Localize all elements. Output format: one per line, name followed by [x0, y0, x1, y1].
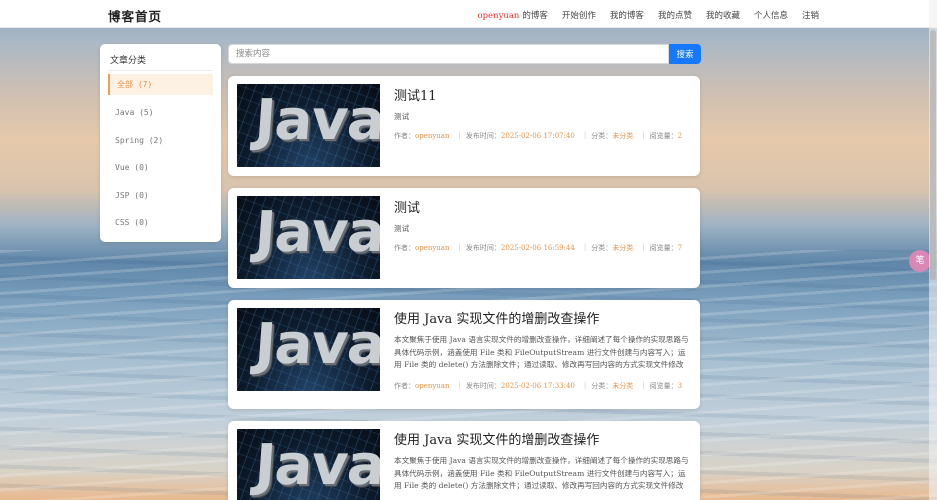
meta-category: 未分类: [612, 132, 634, 140]
nav-my-likes[interactable]: 我的点赞: [658, 9, 692, 21]
java-logo-text: Java: [252, 200, 380, 265]
post-thumbnail[interactable]: Java: [237, 429, 380, 500]
meta-views-label: 阅览量：: [649, 132, 678, 140]
post-thumbnail[interactable]: Java: [237, 196, 380, 279]
meta-category-label: 分类：: [591, 244, 613, 252]
meta-views-label: 阅览量：: [649, 382, 678, 390]
post-summary: 本文聚焦于使用 Java 语言实现文件的增删改查操作，详细阐述了每个操作的实现思…: [394, 335, 689, 369]
search-button[interactable]: 搜索: [669, 44, 701, 64]
nav-links: openyuan 的博客 开始创作 我的博客 我的点赞 我的收藏 个人信息 注销: [478, 9, 820, 21]
category-item-vue[interactable]: Vue (0): [108, 157, 213, 178]
meta-category: 未分类: [612, 382, 634, 390]
meta-time-label: 发布时间：: [465, 132, 501, 140]
top-navbar: 博客首页 openyuan 的博客 开始创作 我的博客 我的点赞 我的收藏 个人信…: [0, 0, 937, 28]
nav-create[interactable]: 开始创作: [562, 9, 596, 21]
meta-time: 2025-02-06 16:59:44: [500, 244, 575, 252]
meta-time: 2025-02-06 17:07:40: [500, 132, 575, 140]
nav-logout[interactable]: 注销: [802, 9, 819, 21]
nav-my-favorites[interactable]: 我的收藏: [706, 9, 740, 21]
post-meta: 作者：openyuan | 发布时间：2025-02-06 17:07:40 |…: [394, 131, 683, 140]
post-title[interactable]: 测试: [394, 197, 420, 216]
category-sidebar: 文章分类 全部 (7) Java (5) Spring (2) Vue (0) …: [100, 44, 221, 242]
post-meta: 作者：openyuan | 发布时间：2025-02-06 17:33:40 |…: [394, 381, 683, 390]
nav-username: openyuan: [477, 11, 520, 21]
meta-author[interactable]: openyuan: [415, 132, 450, 140]
java-logo-text: Java: [252, 88, 380, 153]
write-float-button[interactable]: 笔: [909, 250, 931, 272]
java-logo-text: Java: [252, 312, 380, 377]
meta-views: 3: [677, 382, 683, 390]
meta-views: 2: [677, 132, 683, 140]
sidebar-divider: [108, 70, 213, 71]
category-item-jsp[interactable]: JSP (0): [108, 185, 213, 206]
search-input[interactable]: [228, 44, 669, 64]
post-card[interactable]: Java 使用 Java 实现文件的增删改查操作 本文聚焦于使用 Java 语言…: [228, 421, 700, 500]
scrollbar-thumb[interactable]: [930, 30, 936, 280]
meta-author[interactable]: openyuan: [415, 382, 450, 390]
post-summary: 测试: [394, 112, 410, 121]
sidebar-title: 文章分类: [110, 56, 147, 66]
nav-my-blogs[interactable]: 我的博客: [610, 9, 644, 21]
java-logo-text: Java: [252, 433, 380, 498]
meta-author[interactable]: openyuan: [415, 244, 450, 252]
meta-author-label: 作者：: [394, 382, 415, 390]
meta-author-label: 作者：: [394, 132, 415, 140]
post-card[interactable]: Java 使用 Java 实现文件的增删改查操作 本文聚焦于使用 Java 语言…: [228, 300, 700, 409]
meta-category: 未分类: [612, 244, 634, 252]
post-summary: 本文聚焦于使用 Java 语言实现文件的增删改查操作，详细阐述了每个操作的实现思…: [394, 456, 689, 490]
post-title[interactable]: 使用 Java 实现文件的增删改查操作: [394, 429, 599, 448]
meta-category-label: 分类：: [591, 132, 613, 140]
post-thumbnail[interactable]: Java: [237, 308, 380, 391]
category-item-spring[interactable]: Spring (2): [108, 130, 213, 151]
nav-user-suffix: 的博客: [522, 11, 548, 21]
nav-my-blog-user[interactable]: openyuan 的博客: [478, 9, 548, 21]
post-card[interactable]: Java 测试11 测试 作者：openyuan | 发布时间：2025-02-…: [228, 76, 700, 176]
nav-profile[interactable]: 个人信息: [754, 9, 788, 21]
meta-author-label: 作者：: [394, 244, 415, 252]
page-scrollbar[interactable]: [929, 0, 937, 500]
meta-time-label: 发布时间：: [465, 382, 501, 390]
category-item-css[interactable]: CSS (0): [108, 212, 213, 233]
post-card[interactable]: Java 测试 测试 作者：openyuan | 发布时间：2025-02-06…: [228, 188, 700, 288]
post-title[interactable]: 测试11: [394, 85, 437, 104]
meta-category-label: 分类：: [591, 382, 613, 390]
post-thumbnail[interactable]: Java: [237, 84, 380, 167]
brand-title[interactable]: 博客首页: [108, 6, 162, 25]
meta-views-label: 阅览量：: [649, 244, 678, 252]
post-meta: 作者：openyuan | 发布时间：2025-02-06 16:59:44 |…: [394, 243, 683, 252]
category-item-java[interactable]: Java (5): [108, 102, 213, 123]
meta-time-label: 发布时间：: [465, 244, 501, 252]
post-summary: 测试: [394, 224, 410, 233]
post-title[interactable]: 使用 Java 实现文件的增删改查操作: [394, 308, 599, 327]
meta-time: 2025-02-06 17:33:40: [500, 382, 575, 390]
meta-views: 7: [677, 244, 683, 252]
category-item-all[interactable]: 全部 (7): [108, 74, 213, 95]
